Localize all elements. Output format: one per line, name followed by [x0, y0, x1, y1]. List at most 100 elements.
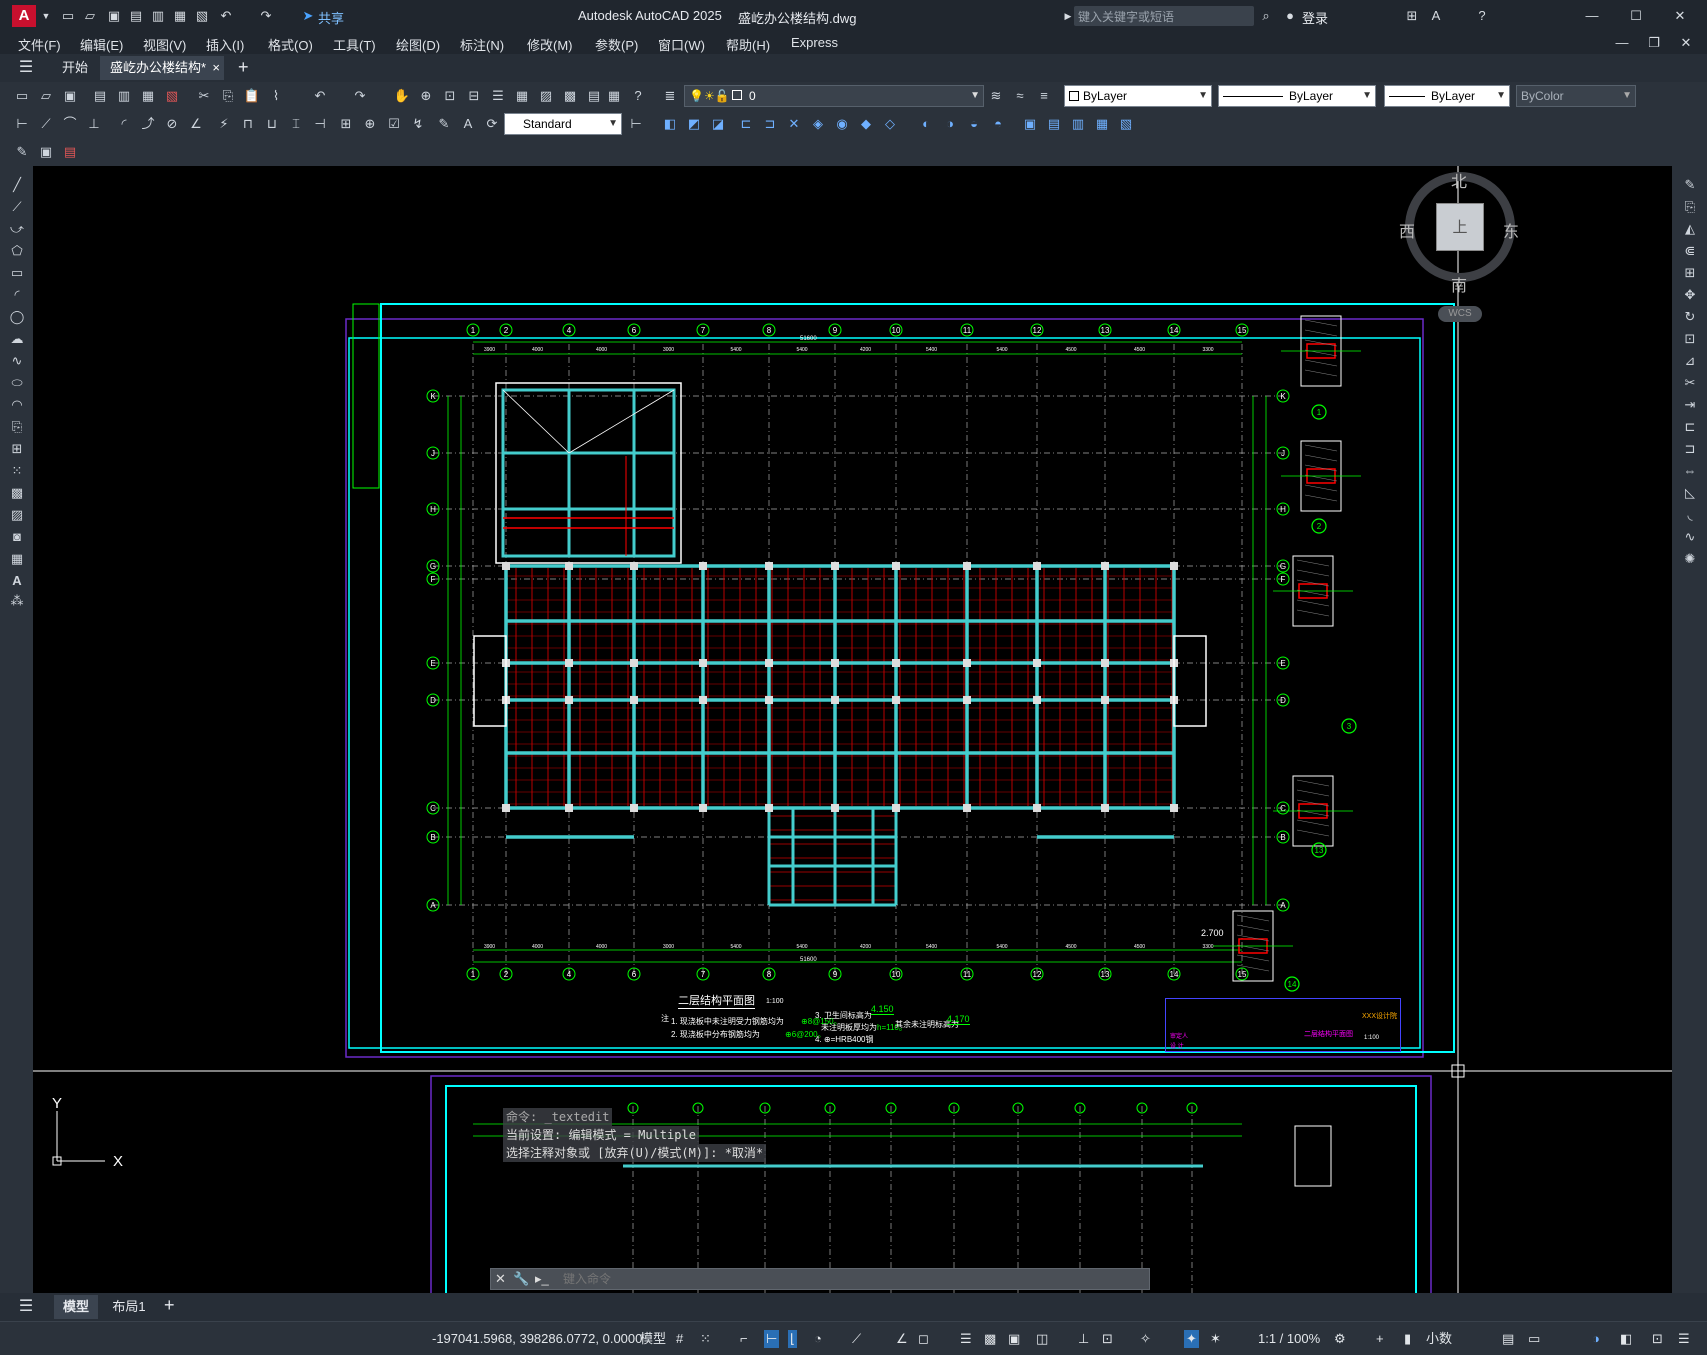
print-icon[interactable]: ▧ [194, 8, 210, 24]
print-tb-icon[interactable]: ▤ [90, 86, 110, 106]
inspect-icon[interactable]: ☑ [384, 114, 404, 134]
dim-baseline-icon[interactable]: ⊓ [238, 114, 258, 134]
break-point-icon[interactable]: ⊏ [1681, 418, 1699, 436]
line-icon[interactable]: ╱ [8, 176, 26, 194]
doc-restore-icon[interactable]: ❐ [1646, 35, 1662, 51]
menu-file[interactable]: 文件(F) [18, 35, 61, 54]
3dosnap-icon[interactable]: ◫ [1036, 1330, 1048, 1348]
layer-combo[interactable]: 💡☀🔓 0 ▼ [684, 85, 984, 107]
lock-ui-icon[interactable]: ▭ [1528, 1330, 1540, 1348]
qsave-icon[interactable]: ▣ [60, 86, 80, 106]
menu-dimension[interactable]: 标注(N) [460, 35, 504, 54]
layer-manager-icon[interactable]: ≣ [660, 86, 680, 106]
tab-document[interactable]: 盛屹办公楼结构* × [100, 56, 224, 80]
extend-icon[interactable]: ⇥ [1681, 396, 1699, 414]
chamfer-icon[interactable]: ◺ [1681, 484, 1699, 502]
hatch-icon[interactable]: ▩ [8, 484, 26, 502]
annotation-scale[interactable]: 1:1 / 100% [1258, 1330, 1320, 1348]
layer-current-icon[interactable]: ≋ [986, 86, 1006, 106]
properties-icon[interactable]: ☰ [488, 86, 508, 106]
layer-state-icon[interactable]: ≡ [1034, 86, 1054, 106]
ellipse-arc-icon[interactable]: ◠ [8, 396, 26, 414]
view-bottom-icon[interactable]: ◑ [940, 114, 960, 134]
ucs-world-icon[interactable]: ⊐ [760, 114, 780, 134]
tool-b-icon[interactable]: ▣ [36, 142, 56, 162]
viewcube-south[interactable]: 南 [1451, 272, 1467, 296]
linetype-combo[interactable]: ByLayer ▼ [1218, 85, 1376, 107]
insert-block-icon[interactable]: ⎘ [8, 418, 26, 436]
polar-icon[interactable]: ◔ [814, 1330, 822, 1348]
dimstyle-icon[interactable]: ⊢ [626, 114, 646, 134]
menu-window[interactable]: 窗口(W) [658, 35, 705, 54]
blend-icon[interactable]: ∿ [1681, 528, 1699, 546]
coordinates[interactable]: -197041.5968, 398286.0772, 0.0000 [432, 1330, 642, 1348]
dim-jogged-icon[interactable]: ⤴ [138, 114, 158, 134]
cmd-prompt-icon[interactable]: ▸_ [535, 1271, 549, 1287]
pdf-icon[interactable]: ▧ [162, 86, 182, 106]
viewcube-west[interactable]: 西 [1399, 218, 1415, 242]
dim-aligned-icon[interactable]: ⟋ [36, 114, 56, 134]
menu-express[interactable]: Express [791, 35, 838, 50]
modeling-wedge-icon[interactable]: ◩ [684, 114, 704, 134]
hardware-accel-icon[interactable]: ◧ [1620, 1330, 1632, 1348]
spline-icon[interactable]: ∿ [8, 352, 26, 370]
maximize-icon[interactable]: ☐ [1628, 8, 1644, 24]
annotation-visibility-icon[interactable]: ✦ [1184, 1330, 1199, 1348]
dim-textedit-icon[interactable]: A [458, 114, 478, 134]
dim-diameter-icon[interactable]: ⊘ [162, 114, 182, 134]
grid-icon[interactable]: # [676, 1330, 683, 1348]
workspace-icon[interactable]: ⚙ [1334, 1330, 1346, 1348]
redo-tb-icon[interactable]: ↷ [350, 86, 370, 106]
dim-radius-icon[interactable]: ◜ [114, 114, 134, 134]
gradient-icon[interactable]: ▨ [8, 506, 26, 524]
trim-icon[interactable]: ✂ [1681, 374, 1699, 392]
cart-icon[interactable]: ⊞ [1404, 8, 1420, 24]
ortho-icon[interactable]: ⌊ [788, 1330, 798, 1348]
markup-icon[interactable]: ▤ [584, 86, 604, 106]
lineweight-combo[interactable]: ByLayer ▼ [1384, 85, 1510, 107]
wcs-menu[interactable]: WCS [1438, 306, 1482, 322]
hamburger-icon[interactable]: ☰ [18, 60, 34, 76]
qnew-icon[interactable]: ▭ [12, 86, 32, 106]
stretch-icon[interactable]: ⊿ [1681, 352, 1699, 370]
qopen-icon[interactable]: ▱ [36, 86, 56, 106]
snap-icon[interactable]: ⁙ [700, 1330, 711, 1348]
dim-update-icon[interactable]: ⟳ [482, 114, 502, 134]
minimize-icon[interactable]: — [1584, 8, 1600, 24]
doc-close-icon[interactable]: ✕ [1678, 35, 1694, 51]
dim-ordinate-icon[interactable]: ⊥ [84, 114, 104, 134]
revcloud-icon[interactable]: ☁ [8, 330, 26, 348]
dynamic-input-icon[interactable]: ⊢ [764, 1330, 780, 1348]
dim-arc-icon[interactable]: ⌒ [60, 114, 80, 134]
selection-filter-icon[interactable]: ⊡ [1102, 1330, 1113, 1348]
region-icon[interactable]: ◙ [8, 528, 26, 546]
search-icon[interactable]: ⌕ [1258, 8, 1274, 24]
auto-scale-icon[interactable]: ✶ [1210, 1330, 1221, 1348]
dyn-ucs-icon[interactable]: ⊥ [1078, 1330, 1089, 1348]
menu-arrow-icon[interactable]: ▼ [38, 8, 54, 24]
menu-format[interactable]: 格式(O) [268, 35, 313, 54]
share-icon[interactable]: ➤ [300, 8, 316, 24]
modeling-cone-icon[interactable]: ◪ [708, 114, 728, 134]
search-box[interactable]: 键入关键字或短语 [1074, 6, 1254, 26]
publish-icon[interactable]: ▦ [172, 8, 188, 24]
zoom-window-icon[interactable]: ⊡ [440, 86, 460, 106]
menu-modify[interactable]: 修改(M) [527, 35, 573, 54]
help-tb-icon[interactable]: ? [628, 86, 648, 106]
isolate-icon[interactable]: ◑ [1592, 1330, 1600, 1348]
model-space-toggle[interactable]: 模型 [640, 1330, 666, 1348]
lineweight-icon[interactable]: ☰ [960, 1330, 972, 1348]
solid-edit-1-icon[interactable]: ▣ [1020, 114, 1040, 134]
menu-edit[interactable]: 编辑(E) [80, 35, 123, 54]
ucs-3point-icon[interactable]: ◈ [808, 114, 828, 134]
tab-start[interactable]: 开始 [54, 56, 94, 80]
cmd-settings-icon[interactable]: 🔧 [513, 1271, 529, 1287]
offset-icon[interactable]: ⋐ [1681, 242, 1699, 260]
dim-angular-icon[interactable]: ∠ [186, 114, 206, 134]
menu-help[interactable]: 帮助(H) [726, 35, 770, 54]
dim-edit-icon[interactable]: ✎ [434, 114, 454, 134]
array-icon[interactable]: ⊞ [1681, 264, 1699, 282]
gizmo-icon[interactable]: ✧ [1140, 1330, 1151, 1348]
join-icon[interactable]: ⇔ [1681, 462, 1699, 480]
dim-quick-icon[interactable]: ⚡ [214, 114, 234, 134]
